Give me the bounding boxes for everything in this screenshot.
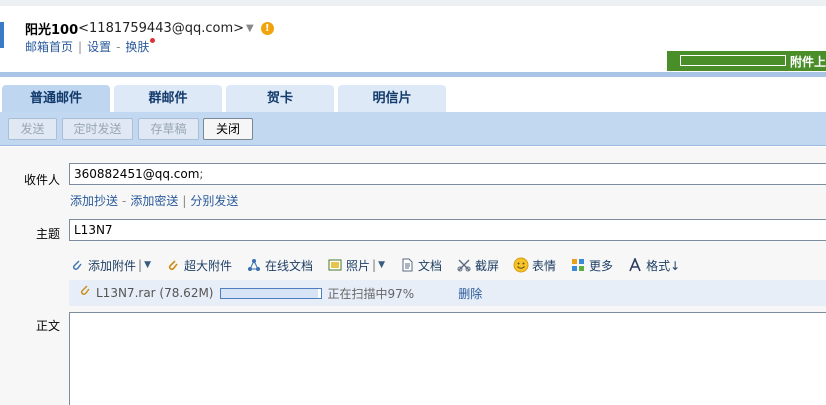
recipient-label: 收件人 <box>23 173 60 187</box>
links-dash: - <box>122 194 127 208</box>
scheduled-send-button[interactable]: 定时发送 <box>62 118 133 140</box>
tab-normal-mail[interactable]: 普通邮件 <box>2 85 110 112</box>
close-button[interactable]: 关闭 <box>203 118 253 140</box>
top-nav: 邮箱首页 | 设置 - 换肤 <box>25 38 156 55</box>
add-cc-link[interactable]: 添加抄送 <box>70 194 118 208</box>
save-draft-button[interactable]: 存草稿 <box>138 118 199 140</box>
online-doc-label: 在线文档 <box>265 258 314 273</box>
logo-edge <box>0 22 4 48</box>
separate-send-link[interactable]: 分别发送 <box>190 194 238 208</box>
links-separator: | <box>182 194 187 208</box>
tab-group-mail[interactable]: 群邮件 <box>114 85 222 112</box>
mailbox-home-link[interactable]: 邮箱首页 <box>25 40 73 54</box>
screenshot-tool[interactable]: 截屏 <box>456 257 499 274</box>
attachment-filename: L13N7.rar (78.62M) <box>96 286 214 300</box>
upload-progress-track <box>680 55 786 66</box>
recipient-separator: ; <box>199 167 204 181</box>
add-attachment-tool[interactable]: 添加附件 | ▼ <box>69 257 151 274</box>
document-tool[interactable]: 文档 <box>399 257 442 274</box>
attachment-paperclip-icon <box>79 284 91 302</box>
scan-status: 正在扫描中97% <box>327 286 415 301</box>
photo-icon <box>327 257 343 273</box>
smiley-icon <box>513 257 529 273</box>
add-attachment-dropdown-icon[interactable]: ▼ <box>144 260 151 270</box>
photo-tool[interactable]: 照片 | ▼ <box>327 257 385 274</box>
share-nodes-icon <box>246 257 262 273</box>
emoticon-label: 表情 <box>532 258 557 273</box>
compose-form: 收件人 360882451@qq.com; 添加抄送 - 添加密送 | 分别发送 主题 … <box>0 147 826 405</box>
large-attachment-tool[interactable]: 超大附件 <box>165 257 232 274</box>
compose-tabs: 普通邮件 群邮件 贺卡 明信片 <box>0 77 826 112</box>
large-attachment-label: 超大附件 <box>183 258 232 273</box>
photo-label: 照片 <box>346 258 371 273</box>
attachment-item: L13N7.rar (78.62M) 正在扫描中97% 删除 <box>69 280 826 306</box>
compose-toolbar: 发送 定时发送 存草稿 关闭 <box>0 112 826 146</box>
scissors-icon <box>456 257 472 273</box>
font-a-icon <box>627 257 643 273</box>
recipient-options: 添加抄送 - 添加密送 | 分别发送 <box>70 192 238 209</box>
subject-input[interactable]: L13N7 <box>69 219 826 241</box>
user-account-line: 阳光100 <1181759443@qq.com> ▼ ! <box>25 19 274 38</box>
photo-pipe: | <box>372 258 377 272</box>
nav-separator: | <box>78 40 83 54</box>
paperclip-icon <box>69 257 85 273</box>
recipient-address: 360882451@qq.com <box>74 167 200 181</box>
body-editor[interactable] <box>69 312 826 405</box>
format-tool[interactable]: 格式↓ <box>627 257 680 274</box>
tab-greeting-card[interactable]: 贺卡 <box>226 85 334 112</box>
scan-progress-fill <box>220 288 318 298</box>
document-label: 文档 <box>418 258 443 273</box>
change-skin-link[interactable]: 换肤 <box>125 40 149 54</box>
attachment-toolbar: 添加附件 | ▼ 超大附件 在线文档 照片 | ▼ 文档 截屏 表情 更多 格式… <box>69 255 694 275</box>
compose-page: 阳光100 <1181759443@qq.com> ▼ ! 邮箱首页 | 设置 - 换肤… <box>0 0 826 405</box>
settings-link[interactable]: 设置 <box>87 40 111 54</box>
add-attachment-pipe: | <box>138 258 143 272</box>
top-strip <box>0 0 826 6</box>
upload-progress-banner: 附件上 <box>667 51 826 71</box>
user-email: <1181759443@qq.com> <box>78 20 245 36</box>
user-name[interactable]: 阳光100 <box>25 19 78 38</box>
new-indicator-dot <box>150 38 156 43</box>
add-bcc-link[interactable]: 添加密送 <box>130 194 178 208</box>
online-doc-tool[interactable]: 在线文档 <box>246 257 313 274</box>
upload-label: 附件上 <box>790 55 826 69</box>
recipient-input[interactable]: 360882451@qq.com; <box>69 163 826 185</box>
send-button[interactable]: 发送 <box>8 118 57 140</box>
large-attachment-icon <box>165 257 181 273</box>
more-tool[interactable]: 更多 <box>570 257 613 274</box>
tab-postcard[interactable]: 明信片 <box>338 85 446 112</box>
subject-label: 主题 <box>35 227 60 241</box>
screenshot-label: 截屏 <box>475 258 500 273</box>
grid-icon <box>570 257 586 273</box>
photo-dropdown-icon[interactable]: ▼ <box>378 260 385 270</box>
delete-attachment-link[interactable]: 删除 <box>458 285 482 302</box>
more-label: 更多 <box>589 258 614 273</box>
account-dropdown-icon[interactable]: ▼ <box>246 23 254 34</box>
scan-progress-bar <box>219 287 322 299</box>
body-label: 正文 <box>35 319 60 333</box>
alert-icon[interactable]: ! <box>260 21 274 35</box>
add-attachment-label: 添加附件 <box>88 258 137 273</box>
document-icon <box>399 257 415 273</box>
emoticon-tool[interactable]: 表情 <box>513 257 556 274</box>
nav-dash: - <box>116 40 121 54</box>
format-label: 格式↓ <box>646 258 681 273</box>
